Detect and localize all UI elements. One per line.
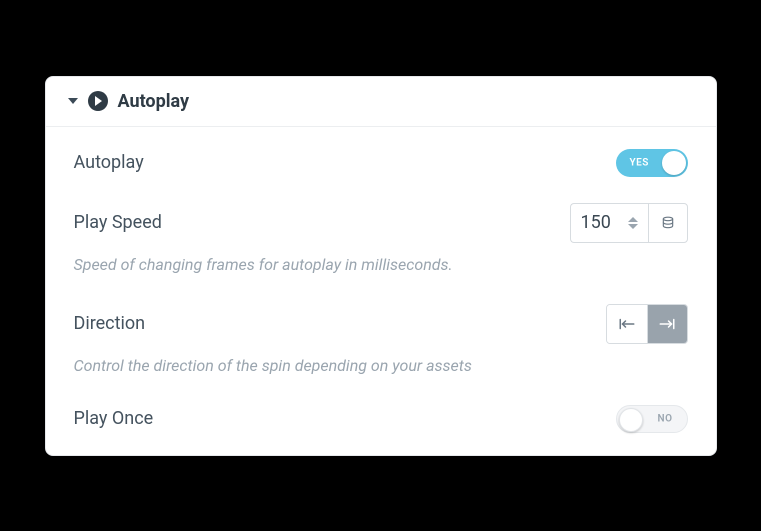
autoplay-settings-panel: Autoplay Autoplay YES Play Speed 150 [45,76,717,456]
section-body: Autoplay YES Play Speed 150 [46,127,716,455]
label-play-once: Play Once [74,408,154,429]
dynamic-value-button[interactable] [648,203,688,243]
direction-right-button[interactable] [647,305,687,343]
stepper-up-icon[interactable] [628,217,638,222]
toggle-knob [619,408,643,432]
direction-left-button[interactable] [607,305,647,343]
section-header-autoplay[interactable]: Autoplay [46,77,716,127]
help-play-speed: Speed of changing frames for autoplay in… [74,251,688,286]
row-autoplay: Autoplay YES [74,131,688,185]
chevron-down-icon [68,98,78,104]
label-autoplay: Autoplay [74,152,144,173]
label-direction: Direction [74,313,146,334]
play-speed-control: 150 [570,203,688,243]
label-play-speed: Play Speed [74,212,162,233]
row-play-once: Play Once NO [74,387,688,433]
play-circle-icon [88,91,108,111]
database-icon [661,216,675,230]
play-speed-value: 150 [581,212,624,233]
toggle-autoplay-text: YES [630,157,649,168]
section-title: Autoplay [118,91,190,112]
toggle-autoplay[interactable]: YES [616,149,688,177]
play-speed-input[interactable]: 150 [570,203,648,243]
toggle-play-once[interactable]: NO [616,405,688,433]
stepper-down-icon[interactable] [628,224,638,229]
toggle-play-once-text: NO [658,413,673,424]
arrow-right-bar-icon [658,317,676,331]
toggle-knob [662,151,686,175]
row-direction: Direction [74,286,688,352]
direction-segmented [606,304,688,344]
stepper-buttons [624,217,642,229]
row-play-speed: Play Speed 150 [74,185,688,251]
help-direction: Control the direction of the spin depend… [74,352,688,387]
arrow-left-bar-icon [618,317,636,331]
